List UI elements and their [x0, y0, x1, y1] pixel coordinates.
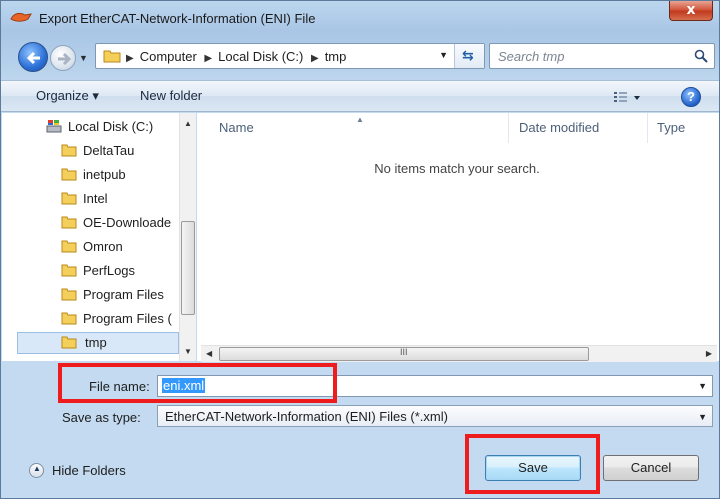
address-bar[interactable]: ▶ Computer ▶ Local Disk (C:) ▶ tmp ▼ ⇆ — [95, 43, 485, 69]
command-toolbar: Organize ▾ New folder ? — [1, 80, 719, 112]
back-arrow-icon — [26, 51, 40, 65]
scrollbar-thumb[interactable] — [181, 221, 195, 315]
change-view-icon[interactable] — [613, 89, 643, 105]
back-button[interactable] — [18, 42, 48, 72]
tree-item-label: tmp — [85, 335, 107, 350]
empty-message: No items match your search. — [374, 161, 540, 176]
scroll-right-icon[interactable]: ▶ — [706, 349, 712, 358]
tree-item-label: PerfLogs — [83, 263, 136, 278]
folder-icon — [61, 168, 77, 181]
navigation-tree: Local Disk (C:) DeltaTau inetpub Intel O… — [2, 113, 196, 361]
drive-icon — [46, 120, 62, 133]
column-divider[interactable] — [647, 113, 648, 143]
tree-scrollbar[interactable]: ▲ ▼ — [179, 113, 196, 361]
close-icon: x — [686, 2, 696, 18]
tree-item-tmp[interactable]: tmp — [17, 332, 179, 354]
breadcrumb-computer[interactable]: Computer — [140, 49, 197, 64]
folder-icon — [61, 312, 77, 325]
tree-item-label: Local Disk (C:) — [68, 119, 154, 134]
folder-icon — [61, 288, 77, 301]
column-header-type[interactable]: Type — [657, 120, 685, 135]
save-as-type-select[interactable]: EtherCAT-Network-Information (ENI) Files… — [157, 405, 713, 427]
chevron-down-icon[interactable]: ▼ — [698, 412, 707, 422]
folder-icon — [103, 50, 121, 63]
tree-item-label: Intel — [83, 191, 108, 206]
forward-arrow-icon — [58, 52, 72, 66]
folder-icon — [61, 144, 77, 157]
highlight-box-file-name — [58, 363, 337, 403]
tree-item-label: OE-Downloade — [83, 215, 172, 230]
breadcrumb: ▶ Computer ▶ Local Disk (C:) ▶ tmp — [126, 49, 350, 64]
app-icon — [10, 12, 32, 22]
breadcrumb-tmp[interactable]: tmp — [325, 49, 347, 64]
save-as-type-label: Save as type: — [62, 410, 141, 425]
column-header-date-modified[interactable]: Date modified — [519, 120, 599, 135]
folder-icon — [61, 264, 77, 277]
highlight-box-save — [465, 434, 600, 494]
refresh-button[interactable]: ⇆ — [454, 44, 484, 68]
scroll-up-icon[interactable]: ▲ — [184, 119, 192, 128]
tree-item-label: Program Files — [83, 287, 164, 302]
refresh-icon: ⇆ — [462, 47, 474, 63]
new-folder-button[interactable]: New folder — [140, 88, 202, 103]
save-dialog-window: Export EtherCAT-Network-Information (ENI… — [0, 0, 720, 499]
title-bar: Export EtherCAT-Network-Information (ENI… — [1, 1, 719, 35]
folder-icon — [61, 240, 77, 253]
save-as-type-value: EtherCAT-Network-Information (ENI) Files… — [165, 409, 448, 424]
chevron-right-icon[interactable]: ▶ — [126, 53, 134, 64]
scroll-down-icon[interactable]: ▼ — [184, 347, 192, 356]
cancel-button[interactable]: Cancel — [603, 455, 699, 481]
folder-icon — [61, 192, 77, 205]
address-dropdown-icon[interactable]: ▼ — [439, 50, 448, 60]
file-list-horizontal-scrollbar[interactable]: ◀ III ▶ — [201, 345, 717, 362]
chevron-right-icon[interactable]: ▶ — [311, 53, 319, 64]
chevron-right-icon[interactable]: ▶ — [204, 53, 212, 64]
search-input[interactable]: Search tmp — [489, 43, 715, 69]
hide-folders-label: Hide Folders — [52, 463, 126, 478]
column-divider[interactable] — [508, 113, 509, 143]
chevron-down-icon[interactable]: ▼ — [698, 381, 707, 391]
folder-icon — [61, 216, 77, 229]
help-button[interactable]: ? — [681, 87, 701, 107]
tree-item-label: DeltaTau — [83, 143, 135, 158]
window-title: Export EtherCAT-Network-Information (ENI… — [39, 11, 316, 26]
sort-ascending-icon: ▲ — [356, 115, 364, 124]
tree-item-label: Program Files ( — [83, 311, 172, 326]
folder-icon — [61, 336, 77, 349]
search-icon — [694, 49, 708, 63]
close-button[interactable]: x — [669, 1, 713, 21]
tree-item-label: Omron — [83, 239, 123, 254]
forward-button[interactable] — [50, 45, 76, 71]
scrollbar-grip: III — [400, 347, 408, 357]
help-icon: ? — [687, 89, 695, 104]
scroll-left-icon[interactable]: ◀ — [206, 349, 212, 358]
recent-locations-dropdown-icon[interactable]: ▼ — [79, 53, 88, 63]
scrollbar-thumb[interactable]: III — [219, 347, 589, 361]
column-header-name[interactable]: Name — [219, 120, 254, 135]
organize-button[interactable]: Organize ▾ — [36, 88, 99, 104]
collapse-icon: ▲ — [29, 463, 44, 478]
tree-item-label: inetpub — [83, 167, 126, 182]
breadcrumb-local-disk[interactable]: Local Disk (C:) — [218, 49, 303, 64]
search-placeholder: Search tmp — [498, 49, 565, 64]
file-list: ▲ Name Date modified Type No items match… — [197, 113, 719, 361]
